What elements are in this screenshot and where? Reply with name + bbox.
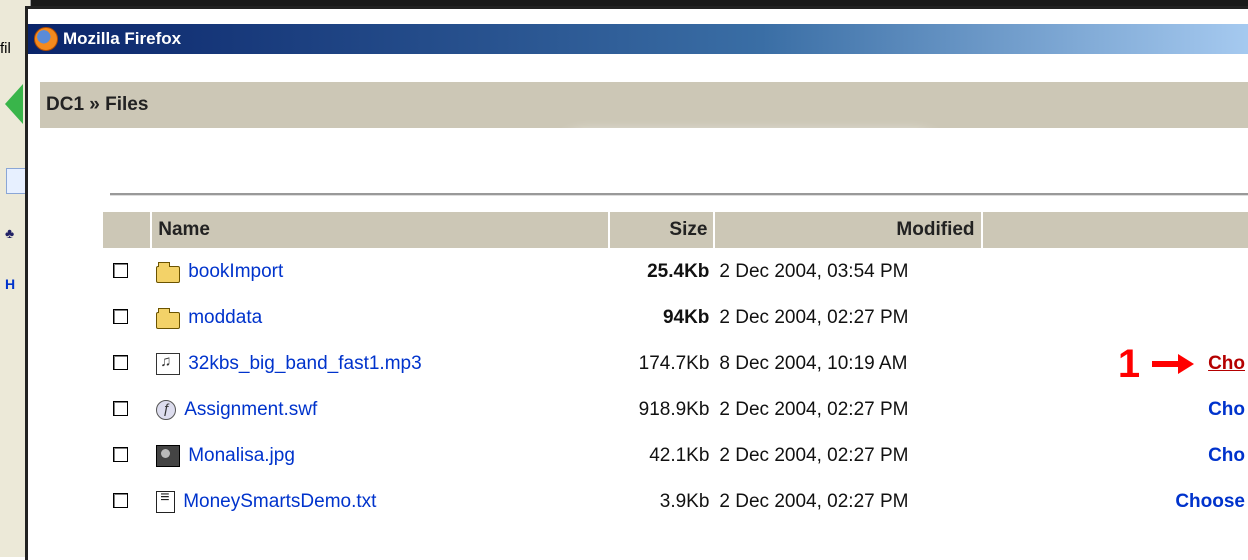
modified-cell: 2 Dec 2004, 02:27 PM xyxy=(719,307,909,328)
choose-link[interactable]: Cho xyxy=(1208,445,1245,466)
file-link[interactable]: 32kbs_big_band_fast1.mp3 xyxy=(188,353,421,375)
file-link[interactable]: MoneySmartsDemo.txt xyxy=(183,491,376,513)
file-link[interactable]: bookImport xyxy=(188,261,283,283)
table-row: MoneySmartsDemo.txt 3.9Kb 2 Dec 2004, 02… xyxy=(103,480,1248,524)
name-cell: 32kbs_big_band_fast1.mp3 xyxy=(152,342,608,386)
row-checkbox-cell xyxy=(103,434,150,478)
title-bar[interactable]: Mozilla Firefox xyxy=(28,24,1248,54)
flash-file-icon xyxy=(156,400,177,420)
folder-icon xyxy=(156,307,181,329)
tree-icon: ♣ xyxy=(5,225,15,241)
row-checkbox[interactable] xyxy=(113,400,128,416)
breadcrumb: DC1 » Files xyxy=(46,94,149,115)
folder-icon xyxy=(156,261,181,283)
modified-cell: 2 Dec 2004, 02:27 PM xyxy=(719,445,909,466)
name-cell: Monalisa.jpg xyxy=(152,434,608,478)
row-checkbox-cell xyxy=(103,296,150,340)
file-link[interactable]: Monalisa.jpg xyxy=(188,445,295,467)
choose-link[interactable]: Cho xyxy=(1208,399,1245,420)
firefox-window: Mozilla Firefox DC1 » Files Name Size Mo… xyxy=(25,6,1248,560)
page-content: DC1 » Files Name Size Modified bookImpor… xyxy=(40,54,1248,560)
breadcrumb-bar: DC1 » Files xyxy=(40,82,1248,128)
annotation-arrow-icon xyxy=(1152,354,1195,374)
row-checkbox-cell xyxy=(103,388,150,432)
action-cell: 1 Cho xyxy=(983,342,1248,386)
image-file-icon xyxy=(156,445,181,467)
window-top-gap xyxy=(28,9,1248,24)
firefox-logo-icon xyxy=(34,27,58,51)
window-title: Mozilla Firefox xyxy=(63,29,182,48)
back-arrow-icon xyxy=(5,84,23,124)
modified-cell: 2 Dec 2004, 02:27 PM xyxy=(719,399,909,420)
size-cell: 918.9Kb xyxy=(638,399,710,420)
choose-link[interactable]: Choose xyxy=(1175,491,1245,512)
table-row: bookImport 25.4Kb 2 Dec 2004, 03:54 PM xyxy=(103,250,1248,294)
row-checkbox[interactable] xyxy=(113,262,128,278)
row-checkbox-cell xyxy=(103,480,150,524)
size-cell: 42.1Kb xyxy=(649,445,710,466)
audio-file-icon xyxy=(156,353,181,375)
row-checkbox-cell xyxy=(103,342,150,386)
file-link[interactable]: Assignment.swf xyxy=(184,399,317,421)
redacted-area xyxy=(565,144,935,184)
divider xyxy=(110,193,1248,196)
background-letter: H xyxy=(5,276,16,292)
table-row: 32kbs_big_band_fast1.mp3 174.7Kb 8 Dec 2… xyxy=(103,342,1248,386)
name-cell: Assignment.swf xyxy=(152,388,608,432)
action-cell xyxy=(983,296,1248,340)
action-cell xyxy=(983,250,1248,294)
modified-cell: 8 Dec 2004, 10:19 AM xyxy=(719,353,908,374)
modified-cell: 2 Dec 2004, 02:27 PM xyxy=(719,491,909,512)
size-cell: 174.7Kb xyxy=(638,353,710,374)
name-cell: bookImport xyxy=(152,250,608,294)
row-checkbox[interactable] xyxy=(113,492,128,508)
row-checkbox[interactable] xyxy=(113,354,128,370)
row-checkbox[interactable] xyxy=(113,308,128,324)
annotation-number: 1 xyxy=(1117,342,1141,386)
action-cell: Cho xyxy=(983,434,1248,478)
actions-column-header xyxy=(982,212,1248,248)
action-cell: Choose xyxy=(983,480,1248,524)
background-window-text: fil xyxy=(0,40,11,57)
size-column-header[interactable]: Size xyxy=(610,212,714,248)
size-cell: 25.4Kb xyxy=(647,261,710,282)
name-column-header[interactable]: Name xyxy=(152,212,609,248)
document-icon xyxy=(6,168,26,194)
action-cell: Cho xyxy=(983,388,1248,432)
name-cell: MoneySmartsDemo.txt xyxy=(152,480,608,524)
size-cell: 3.9Kb xyxy=(659,491,710,512)
text-file-icon xyxy=(156,489,176,513)
table-row: Monalisa.jpg 42.1Kb 2 Dec 2004, 02:27 PM… xyxy=(103,434,1248,478)
files-table: Name Size Modified bookImport 25.4Kb 2 D… xyxy=(101,210,1248,526)
table-row: Assignment.swf 918.9Kb 2 Dec 2004, 02:27… xyxy=(103,388,1248,432)
choose-link[interactable]: Cho xyxy=(1208,353,1245,375)
table-row: moddata 94Kb 2 Dec 2004, 02:27 PM xyxy=(103,296,1248,340)
select-column-header xyxy=(103,212,151,248)
modified-column-header[interactable]: Modified xyxy=(715,212,981,248)
row-checkbox[interactable] xyxy=(113,446,128,462)
file-link[interactable]: moddata xyxy=(188,307,262,329)
table-header-row: Name Size Modified xyxy=(103,212,1248,248)
modified-cell: 2 Dec 2004, 03:54 PM xyxy=(719,261,909,282)
size-cell: 94Kb xyxy=(662,307,710,328)
name-cell: moddata xyxy=(152,296,608,340)
row-checkbox-cell xyxy=(103,250,150,294)
